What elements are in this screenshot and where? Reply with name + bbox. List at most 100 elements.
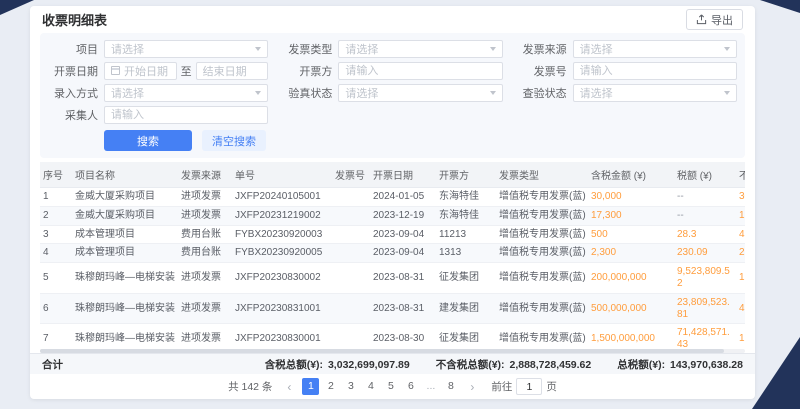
pagination-total: 共 142 条: [228, 379, 272, 394]
table-cell: 230.09: [674, 244, 736, 263]
invoice-type-select[interactable]: 请选择: [338, 40, 502, 58]
table-body: 1金威大厦采购项目进项发票JXFP202401050012024-01-05东海…: [40, 188, 745, 354]
page-ellipsis: ...: [422, 378, 439, 395]
page-button[interactable]: 6: [402, 378, 419, 395]
check-status-label: 查验状态: [517, 85, 567, 101]
table-cell: 11213: [436, 225, 496, 244]
table-cell: 500,000,000: [588, 293, 674, 324]
table-cell: 28.3: [674, 225, 736, 244]
table-cell: 3: [40, 225, 72, 244]
invoice-no-label: 发票号: [517, 63, 567, 79]
column-header: 开票方: [436, 162, 496, 188]
verify-status-select[interactable]: 请选择: [338, 84, 502, 102]
column-header: 发票来源: [178, 162, 232, 188]
table-cell: 476,190,476.19: [736, 293, 745, 324]
end-date-input[interactable]: 结束日期: [196, 62, 269, 80]
table-cell: 金威大厦采购项目: [72, 188, 178, 207]
invoice-table: 序号项目名称发票来源单号发票号开票日期开票方发票类型含税金额 (¥)税额 (¥)…: [40, 162, 745, 353]
table-row[interactable]: 2金威大厦采购项目进项发票JXFP202312190022023-12-19东海…: [40, 206, 745, 225]
chevron-down-icon: [490, 47, 496, 51]
table-cell: JXFP20231219002: [232, 206, 332, 225]
page-button[interactable]: 8: [442, 378, 459, 395]
table-cell: 2024-01-05: [370, 188, 436, 207]
chevron-down-icon: [255, 47, 261, 51]
export-icon: [696, 14, 707, 25]
chevron-down-icon: [724, 91, 730, 95]
table-cell: 进项发票: [178, 206, 232, 225]
page-button[interactable]: 1: [302, 378, 319, 395]
page-button[interactable]: 5: [382, 378, 399, 395]
table-cell: 增值税专用发票(蓝): [496, 225, 588, 244]
page-button[interactable]: 3: [342, 378, 359, 395]
table-cell: 23,809,523.81: [674, 293, 736, 324]
table-cell: 费用台账: [178, 244, 232, 263]
invoice-no-input[interactable]: [580, 63, 730, 79]
table-cell: 17,300: [736, 206, 745, 225]
table-cell: 进项发票: [178, 293, 232, 324]
project-select[interactable]: 请选择: [104, 40, 268, 58]
page-button[interactable]: 4: [362, 378, 379, 395]
table-cell: 2: [40, 206, 72, 225]
drawer-input-wrap: [338, 62, 502, 80]
table-row[interactable]: 4成本管理项目费用台账FYBX202309200052023-09-041313…: [40, 244, 745, 263]
table-cell: --: [674, 188, 736, 207]
table-cell: 30,000: [736, 188, 745, 207]
pagination: 共 142 条 ‹ 123456...8 › 前往 页: [30, 374, 755, 399]
summary-row: 合计 含税总额(¥): 3,032,699,097.89 不含税总额(¥): 2…: [30, 353, 755, 374]
table-row[interactable]: 1金威大厦采购项目进项发票JXFP202401050012024-01-05东海…: [40, 188, 745, 207]
table-cell: [332, 263, 370, 294]
chevron-down-icon: [490, 91, 496, 95]
table-cell: 费用台账: [178, 225, 232, 244]
table-cell: FYBX20230920003: [232, 225, 332, 244]
drawer-input[interactable]: [345, 63, 495, 79]
table-cell: JXFP20230831001: [232, 293, 332, 324]
table-cell: 190,476,190.48: [736, 263, 745, 294]
clear-search-button[interactable]: 清空搜索: [202, 130, 266, 151]
table-row[interactable]: 3成本管理项目费用台账FYBX202309200032023-09-041121…: [40, 225, 745, 244]
invoice-no-input-wrap: [573, 62, 737, 80]
table-cell: 471.7: [736, 225, 745, 244]
calendar-icon: [111, 66, 120, 75]
next-page-button[interactable]: ›: [464, 380, 480, 394]
collector-input[interactable]: [111, 107, 261, 123]
table-cell: JXFP20230830002: [232, 263, 332, 294]
column-header: 发票号: [332, 162, 370, 188]
table-cell: 增值税专用发票(蓝): [496, 244, 588, 263]
column-header: 单号: [232, 162, 332, 188]
table-cell: 进项发票: [178, 188, 232, 207]
start-date-input[interactable]: 开始日期: [104, 62, 177, 80]
invoice-source-select[interactable]: 请选择: [573, 40, 737, 58]
table-cell: 建发集团: [436, 293, 496, 324]
summary-item: 不含税总额(¥): 2,888,728,459.62: [436, 357, 592, 372]
table-cell: 珠穆朗玛峰—电梯安装: [72, 263, 178, 294]
page-jump-input[interactable]: [516, 378, 542, 395]
check-status-select[interactable]: 请选择: [573, 84, 737, 102]
summary-total-label: 合计: [42, 357, 63, 372]
table-cell: 增值税专用发票(蓝): [496, 263, 588, 294]
table-cell: [332, 206, 370, 225]
export-button[interactable]: 导出: [686, 9, 743, 30]
entry-method-select[interactable]: 请选择: [104, 84, 268, 102]
table-cell: 30,000: [588, 188, 674, 207]
scrollbar-thumb[interactable]: [40, 349, 724, 353]
table-cell: 金威大厦采购项目: [72, 206, 178, 225]
table-cell: 500: [588, 225, 674, 244]
table-cell: [332, 293, 370, 324]
table-row[interactable]: 5珠穆朗玛峰—电梯安装进项发票JXFP202308300022023-08-31…: [40, 263, 745, 294]
table-row[interactable]: 6珠穆朗玛峰—电梯安装进项发票JXFP202308310012023-08-31…: [40, 293, 745, 324]
table-cell: [332, 188, 370, 207]
column-header: 开票日期: [370, 162, 436, 188]
table-cell: JXFP20240105001: [232, 188, 332, 207]
invoice-source-label: 发票来源: [517, 41, 567, 57]
table-cell: 进项发票: [178, 263, 232, 294]
page-title: 收票明细表: [42, 10, 107, 29]
table-cell: FYBX20230920005: [232, 244, 332, 263]
drawer-label: 开票方: [282, 63, 332, 79]
page-button[interactable]: 2: [322, 378, 339, 395]
table-cell: 增值税专用发票(蓝): [496, 188, 588, 207]
prev-page-button[interactable]: ‹: [281, 380, 297, 394]
invoice-type-label: 发票类型: [282, 41, 332, 57]
horizontal-scrollbar[interactable]: [40, 349, 745, 353]
search-button[interactable]: 搜索: [104, 130, 192, 151]
table-header-row: 序号项目名称发票来源单号发票号开票日期开票方发票类型含税金额 (¥)税额 (¥)…: [40, 162, 745, 188]
